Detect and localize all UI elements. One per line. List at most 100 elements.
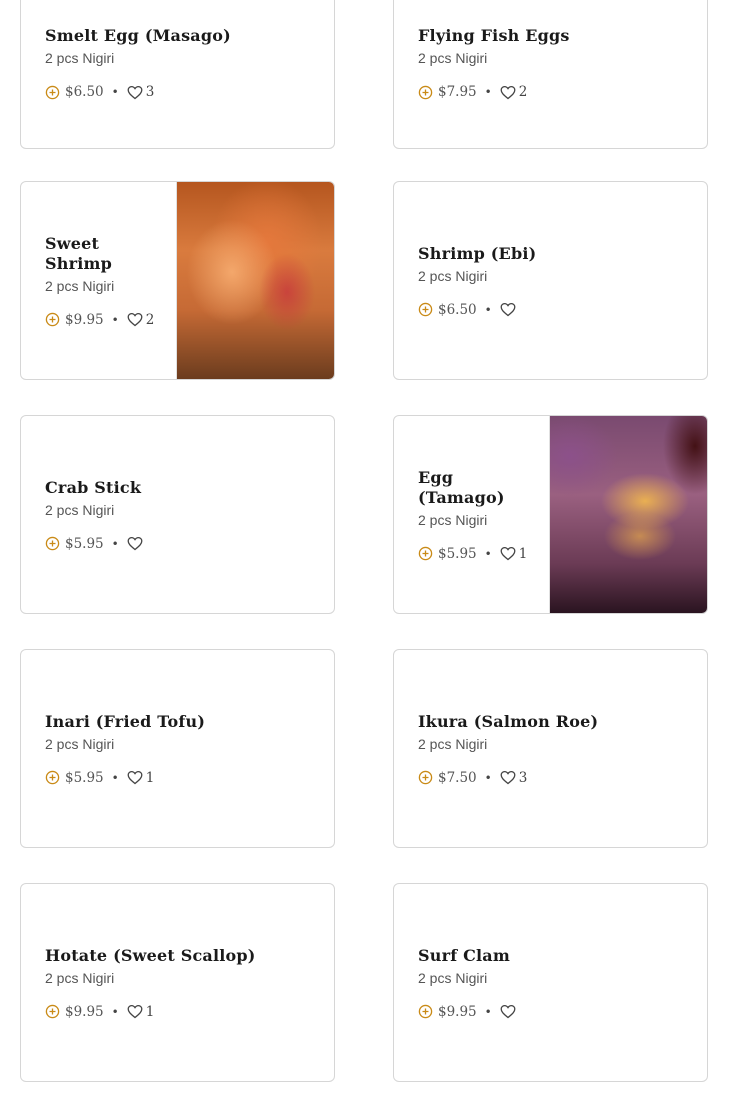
menu-item-card[interactable]: Crab Stick 2 pcs Nigiri $5.95 • — [20, 415, 335, 614]
item-photo-egg-tamago — [549, 416, 707, 613]
menu-item-card[interactable]: Sweet Shrimp 2 pcs Nigiri $9.95 • 2 — [20, 181, 335, 380]
item-meta: $9.95 • — [418, 1004, 695, 1020]
heart-icon[interactable] — [500, 302, 516, 317]
menu-item-info: Inari (Fried Tofu) 2 pcs Nigiri $5.95 • … — [45, 650, 322, 847]
item-price: $7.50 — [438, 769, 477, 786]
separator-dot: • — [484, 546, 492, 561]
item-name: Inari (Fried Tofu) — [45, 711, 206, 731]
item-description: 2 pcs Nigiri — [45, 277, 115, 294]
item-price: $5.95 — [65, 769, 104, 786]
heart-icon[interactable] — [127, 770, 143, 785]
item-description: 2 pcs Nigiri — [418, 267, 488, 284]
menu-item-info: Flying Fish Eggs 2 pcs Nigiri $7.95 • 2 — [418, 0, 695, 100]
heart-icon[interactable] — [500, 1004, 516, 1019]
heart-icon[interactable] — [127, 85, 143, 100]
menu-item-card[interactable]: Inari (Fried Tofu) 2 pcs Nigiri $5.95 • … — [20, 649, 335, 848]
item-name: Shrimp (Ebi) — [418, 243, 537, 263]
item-description: 2 pcs Nigiri — [45, 735, 115, 752]
plus-circle-icon[interactable] — [418, 302, 433, 317]
plus-circle-icon[interactable] — [418, 546, 433, 561]
plus-circle-icon[interactable] — [45, 312, 60, 327]
item-meta: $7.95 • 2 — [418, 84, 695, 100]
item-like-count: 3 — [145, 84, 155, 100]
item-price: $5.95 — [65, 535, 104, 552]
heart-icon[interactable] — [127, 1004, 143, 1019]
menu-item-info: Surf Clam 2 pcs Nigiri $9.95 • — [418, 884, 695, 1081]
menu-item-info: Hotate (Sweet Scallop) 2 pcs Nigiri $9.9… — [45, 884, 322, 1081]
menu-item-info: Smelt Egg (Masago) 2 pcs Nigiri $6.50 • … — [45, 0, 322, 100]
item-price: $6.50 — [438, 301, 477, 318]
item-meta: $5.95 • — [45, 536, 322, 552]
item-description: 2 pcs Nigiri — [418, 50, 488, 66]
plus-circle-icon[interactable] — [418, 770, 433, 785]
plus-circle-icon[interactable] — [45, 85, 60, 100]
item-price: $5.95 — [438, 545, 477, 562]
separator-dot: • — [111, 85, 119, 99]
item-like-count: 1 — [145, 1003, 155, 1020]
plus-circle-icon[interactable] — [418, 85, 433, 100]
item-description: 2 pcs Nigiri — [45, 501, 115, 518]
menu-item-card[interactable]: Ikura (Salmon Roe) 2 pcs Nigiri $7.50 • … — [393, 649, 708, 848]
item-meta: $5.95 • 1 — [418, 546, 542, 562]
item-name: Sweet Shrimp — [45, 233, 113, 273]
item-meta: $5.95 • 1 — [45, 770, 322, 786]
item-price: $7.95 — [438, 84, 477, 100]
item-name: Crab Stick — [45, 477, 142, 497]
menu-item-card[interactable]: Surf Clam 2 pcs Nigiri $9.95 • — [393, 883, 708, 1082]
item-description: 2 pcs Nigiri — [418, 969, 488, 986]
item-name: Smelt Egg (Masago) — [45, 26, 231, 45]
item-meta: $6.50 • 3 — [45, 84, 322, 100]
menu-item-info: Shrimp (Ebi) 2 pcs Nigiri $6.50 • — [418, 182, 695, 379]
item-like-count: 1 — [145, 769, 155, 786]
heart-icon[interactable] — [127, 312, 143, 327]
item-price: $9.95 — [65, 311, 104, 328]
item-name: Surf Clam — [418, 945, 510, 965]
item-like-count: 2 — [145, 311, 155, 328]
plus-circle-icon[interactable] — [45, 770, 60, 785]
separator-dot: • — [111, 1004, 119, 1019]
heart-icon[interactable] — [127, 536, 143, 551]
item-description: 2 pcs Nigiri — [418, 511, 488, 528]
item-like-count: 1 — [518, 545, 528, 562]
separator-dot: • — [484, 85, 492, 99]
separator-dot: • — [111, 312, 119, 327]
separator-dot: • — [484, 770, 492, 785]
item-like-count: 2 — [518, 84, 528, 100]
plus-circle-icon[interactable] — [45, 1004, 60, 1019]
item-meta: $9.95 • 2 — [45, 312, 169, 328]
menu-item-card[interactable]: Smelt Egg (Masago) 2 pcs Nigiri $6.50 • … — [20, 0, 335, 149]
heart-icon[interactable] — [500, 85, 516, 100]
menu-item-card[interactable]: Shrimp (Ebi) 2 pcs Nigiri $6.50 • — [393, 181, 708, 380]
item-name: Hotate (Sweet Scallop) — [45, 945, 256, 965]
menu-item-card[interactable]: Egg (Tamago) 2 pcs Nigiri $5.95 • 1 — [393, 415, 708, 614]
item-price: $6.50 — [65, 84, 104, 100]
item-price: $9.95 — [65, 1003, 104, 1020]
item-name: Ikura (Salmon Roe) — [418, 711, 599, 731]
item-like-count: 3 — [518, 769, 528, 786]
item-description: 2 pcs Nigiri — [45, 969, 115, 986]
item-name: Flying Fish Eggs — [418, 26, 570, 45]
menu-item-info: Crab Stick 2 pcs Nigiri $5.95 • — [45, 416, 322, 613]
menu-item-card[interactable]: Hotate (Sweet Scallop) 2 pcs Nigiri $9.9… — [20, 883, 335, 1082]
heart-icon[interactable] — [500, 546, 516, 561]
plus-circle-icon[interactable] — [45, 536, 60, 551]
item-meta: $6.50 • — [418, 302, 695, 318]
item-meta: $7.50 • 3 — [418, 770, 695, 786]
item-meta: $9.95 • 1 — [45, 1004, 322, 1020]
item-description: 2 pcs Nigiri — [45, 50, 115, 66]
plus-circle-icon[interactable] — [418, 1004, 433, 1019]
item-photo-sweet-shrimp — [176, 182, 334, 379]
menu-item-info: Ikura (Salmon Roe) 2 pcs Nigiri $7.50 • … — [418, 650, 695, 847]
separator-dot: • — [484, 302, 492, 317]
menu-item-info: Egg (Tamago) 2 pcs Nigiri $5.95 • 1 — [418, 416, 542, 613]
heart-icon[interactable] — [500, 770, 516, 785]
separator-dot: • — [111, 536, 119, 551]
menu-item-grid: Smelt Egg (Masago) 2 pcs Nigiri $6.50 • … — [0, 0, 750, 1120]
separator-dot: • — [111, 770, 119, 785]
menu-item-card[interactable]: Flying Fish Eggs 2 pcs Nigiri $7.95 • 2 — [393, 0, 708, 149]
item-price: $9.95 — [438, 1003, 477, 1020]
item-description: 2 pcs Nigiri — [418, 735, 488, 752]
separator-dot: • — [484, 1004, 492, 1019]
menu-item-info: Sweet Shrimp 2 pcs Nigiri $9.95 • 2 — [45, 182, 169, 379]
item-name: Egg (Tamago) — [418, 467, 505, 507]
